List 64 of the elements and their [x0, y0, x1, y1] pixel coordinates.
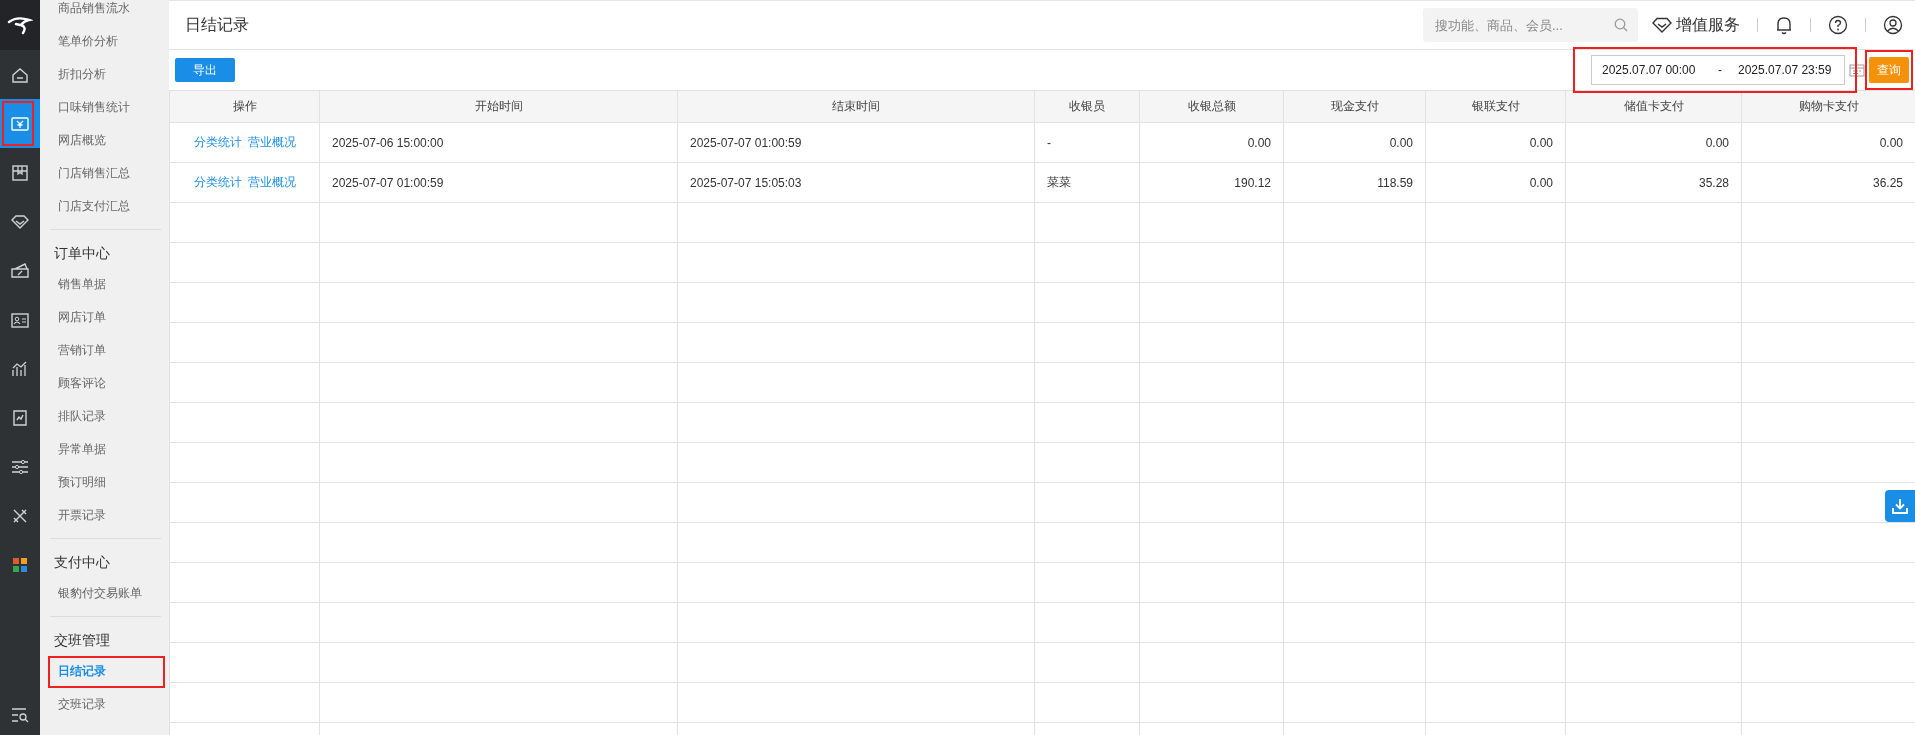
logo-icon: [7, 15, 33, 35]
table-cell: 2025-07-07 01:00:59: [319, 162, 678, 203]
table-cell: 2025-07-07 15:05:03: [677, 162, 1035, 203]
sidebar-item[interactable]: 开票记录: [58, 508, 106, 522]
export-button[interactable]: 导出: [175, 58, 235, 82]
table-cell: 0.00: [1283, 122, 1426, 163]
action-link[interactable]: 分类统计: [193, 175, 242, 189]
sidebar-item[interactable]: 异常单据: [58, 442, 106, 456]
download-icon: [1891, 497, 1909, 515]
column-header: 银联支付: [1425, 90, 1566, 123]
sidebar-item[interactable]: 口味销售统计: [58, 100, 130, 114]
table-cell: 0.00: [1425, 122, 1566, 163]
sidebar-item[interactable]: 预订明细: [58, 475, 106, 489]
user-avatar-icon[interactable]: [1883, 15, 1903, 35]
date-range-field[interactable]: 2025.07.07 00:00 - 2025.07.07 23:59: [1591, 55, 1845, 85]
search-icon: [1614, 18, 1628, 32]
column-header: 现金支付: [1283, 90, 1426, 123]
sidebar-item[interactable]: 营销订单: [58, 343, 106, 357]
column-header: 储值卡支付: [1565, 90, 1742, 123]
table-cell: 35.28: [1565, 162, 1742, 203]
sidebar-section-title: 交班管理: [53, 631, 111, 650]
column-header: 操作: [169, 90, 320, 123]
column-header: 结束时间: [677, 90, 1035, 123]
action-link[interactable]: 营业概况: [247, 175, 296, 189]
sidebar-item[interactable]: 银豹付交易账单: [58, 586, 142, 600]
table-cell: 2025-07-07 01:00:59: [677, 122, 1035, 163]
table-cell: 118.59: [1283, 162, 1426, 203]
column-header: 收银总额: [1139, 90, 1284, 123]
sidebar-item[interactable]: 笔单价分析: [58, 34, 118, 48]
table-cell: 0.00: [1139, 122, 1284, 163]
sidebar-item[interactable]: 网店概览: [58, 133, 106, 147]
date-separator: -: [1718, 63, 1722, 77]
table-cell: 0.00: [1425, 162, 1566, 203]
table-cell: 0.00: [1565, 122, 1742, 163]
column-header: 收银员: [1034, 90, 1140, 123]
sidebar-section-title: 订单中心: [53, 244, 111, 263]
diamond-icon: [1652, 17, 1672, 33]
sidebar-item[interactable]: 顾客评论: [58, 376, 106, 390]
bell-icon[interactable]: [1775, 15, 1793, 35]
sidebar-item[interactable]: 销售单据: [58, 277, 106, 291]
table-cell: 190.12: [1139, 162, 1284, 203]
sidebar-item[interactable]: 折扣分析: [58, 67, 106, 81]
calendar-icon[interactable]: [1849, 63, 1865, 77]
sidebar-item[interactable]: 交班记录: [58, 697, 106, 711]
sidebar-item[interactable]: 商品销售流水: [58, 1, 130, 15]
page-title: 日结记录: [185, 14, 250, 35]
menu-search-icon[interactable]: [11, 707, 29, 723]
value-service-link[interactable]: 增值服务: [1652, 14, 1740, 36]
column-header: 开始时间: [319, 90, 678, 123]
sidebar-item[interactable]: 门店销售汇总: [58, 166, 130, 180]
sidebar-item[interactable]: 门店支付汇总: [58, 199, 130, 213]
table-cell: -: [1034, 122, 1140, 163]
table-cell: 2025-07-06 15:00:00: [319, 122, 678, 163]
column-header: 购物卡支付: [1741, 90, 1915, 123]
download-button[interactable]: [1885, 490, 1915, 522]
action-link[interactable]: 营业概况: [247, 135, 296, 149]
sidebar-item[interactable]: 排队记录: [58, 409, 106, 423]
search-field[interactable]: 搜功能、商品、会员...: [1423, 8, 1638, 42]
sidebar-section-title: 支付中心: [53, 553, 111, 572]
sidebar-item[interactable]: 网店订单: [58, 310, 106, 324]
table-cell: 菜菜: [1034, 162, 1140, 203]
help-icon[interactable]: [1828, 15, 1848, 35]
sidebar-item[interactable]: 日结记录: [58, 664, 106, 678]
action-link[interactable]: 分类统计: [193, 135, 242, 149]
